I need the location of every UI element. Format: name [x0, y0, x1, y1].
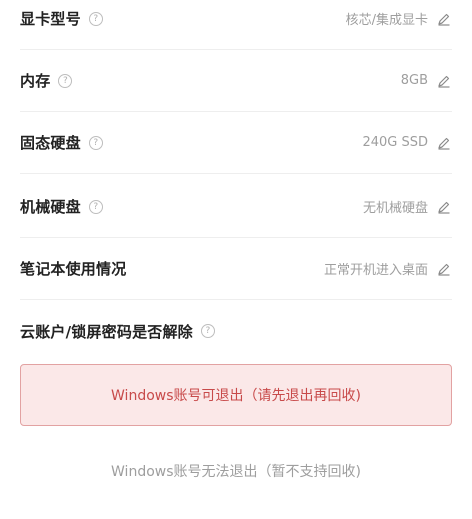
- help-icon[interactable]: ?: [88, 199, 103, 214]
- row-gpu-model[interactable]: 显卡型号 ? 核芯/集成显卡: [20, 0, 452, 50]
- help-icon[interactable]: ?: [200, 324, 215, 338]
- pencil-icon[interactable]: [436, 199, 452, 215]
- question-label: 云账户/锁屏密码是否解除: [20, 322, 193, 341]
- row-label: 固态硬盘: [20, 134, 81, 152]
- pencil-icon[interactable]: [436, 261, 452, 277]
- row-label: 内存: [20, 72, 51, 90]
- row-label: 显卡型号: [20, 10, 81, 28]
- row-memory[interactable]: 内存 ? 8GB: [20, 50, 452, 112]
- row-ssd[interactable]: 固态硬盘 ? 240G SSD: [20, 112, 452, 174]
- pencil-icon[interactable]: [436, 135, 452, 151]
- recycle-info-form: 显卡型号 ? 核芯/集成显卡 内存 ? 8GB 固态硬盘 ? 240G SSD: [0, 0, 472, 519]
- row-hdd[interactable]: 机械硬盘 ? 无机械硬盘: [20, 176, 452, 238]
- row-laptop-usage[interactable]: 笔记本使用情况 正常开机进入桌面: [20, 238, 452, 300]
- help-icon[interactable]: ?: [88, 135, 103, 150]
- option-label: Windows账号无法退出（暂不支持回收): [111, 464, 361, 480]
- row-value: 240G SSD: [362, 135, 428, 150]
- row-value: 8GB: [400, 73, 428, 88]
- option-label: Windows账号可退出（请先退出再回收): [111, 388, 361, 404]
- row-label: 笔记本使用情况: [20, 260, 127, 278]
- help-icon[interactable]: ?: [58, 73, 73, 88]
- row-value: 核芯/集成显卡: [345, 13, 428, 28]
- option-account-can-logout[interactable]: Windows账号可退出（请先退出再回收): [20, 364, 452, 426]
- row-value: 无机械硬盘: [362, 201, 428, 216]
- help-icon[interactable]: ?: [88, 11, 103, 26]
- pencil-icon[interactable]: [436, 11, 452, 27]
- row-value: 正常开机进入桌面: [323, 263, 428, 278]
- row-cloud-account-question: 云账户/锁屏密码是否解除 ?: [20, 300, 452, 362]
- row-label: 机械硬盘: [20, 198, 81, 216]
- option-account-cannot-logout[interactable]: Windows账号无法退出（暂不支持回收): [20, 440, 452, 502]
- pencil-icon[interactable]: [436, 73, 452, 89]
